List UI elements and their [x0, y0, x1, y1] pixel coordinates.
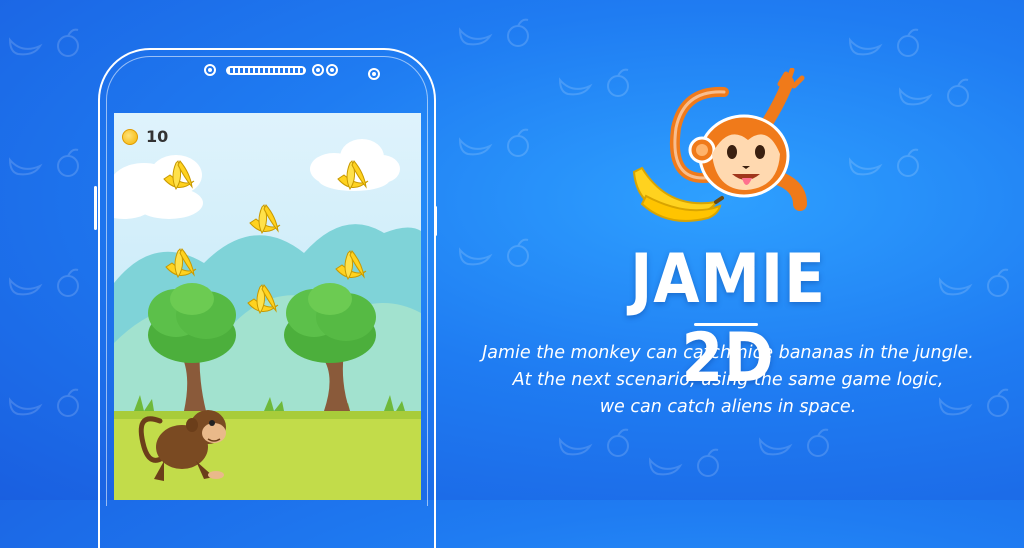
score-hud: 10: [122, 127, 168, 146]
coin-icon: [122, 128, 138, 145]
title-divider: [694, 323, 758, 326]
game-description: Jamie the monkey can catch nice bananas …: [440, 340, 1016, 421]
game-screen[interactable]: 10: [114, 113, 421, 500]
phone-side-button: [94, 186, 97, 230]
description-line: At the next scenario, using the same gam…: [512, 370, 944, 390]
banana: [249, 204, 281, 234]
game-scene: [114, 139, 421, 500]
description-line: Jamie the monkey can catch nice bananas …: [482, 343, 974, 363]
phone-sensor: [312, 64, 324, 76]
score-value: 10: [146, 127, 169, 146]
phone-side-button: [434, 206, 437, 236]
cloud: [114, 155, 203, 219]
phone-camera: [368, 68, 380, 80]
phone-speaker: [226, 66, 306, 75]
phone-sensor: [326, 64, 338, 76]
phone-sensor: [204, 64, 216, 76]
description-line: we can catch aliens in space.: [599, 397, 857, 417]
monkey-logo: [632, 68, 807, 222]
